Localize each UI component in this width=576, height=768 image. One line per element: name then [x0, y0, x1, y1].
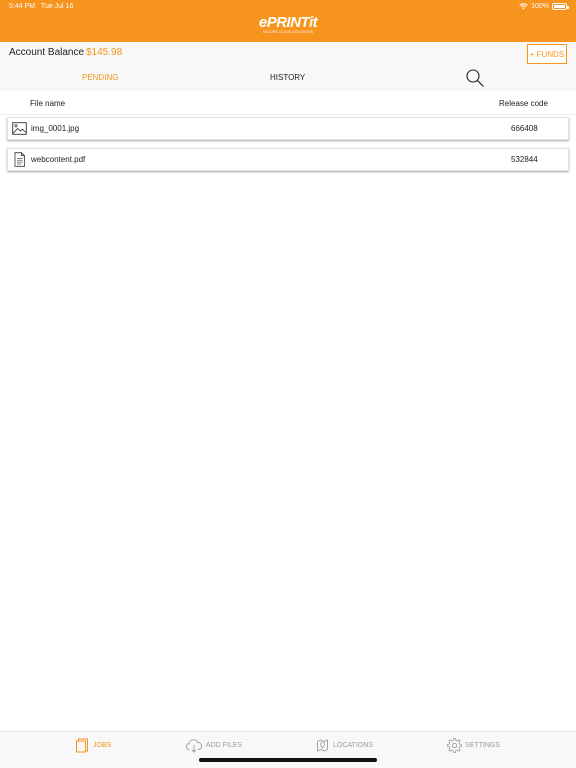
logo-name: ePRINTit [258, 14, 318, 31]
tab-pending[interactable]: PENDING [82, 73, 118, 82]
column-header-release-code: Release code [499, 99, 548, 108]
nav-jobs[interactable]: JOBS [75, 738, 111, 753]
job-release-code: 532844 [511, 155, 538, 164]
home-indicator [199, 758, 377, 762]
app-screen: 5:44 PM Tue Jul 16 100% ePRINTit SECURE … [0, 0, 576, 768]
image-file-icon [12, 122, 27, 135]
nav-add-files[interactable]: ADD FILES [185, 738, 242, 753]
job-file-name: webcontent.pdf [31, 155, 86, 164]
battery-icon [552, 3, 569, 10]
header-divider [0, 114, 576, 115]
job-release-code: 666408 [511, 124, 538, 133]
add-funds-button[interactable]: + FUNDS [527, 44, 567, 64]
jobs-icon [76, 738, 88, 753]
app-header: 5:44 PM Tue Jul 16 100% ePRINTit SECURE … [0, 0, 576, 42]
search-icon[interactable] [465, 68, 485, 88]
wifi-icon [519, 3, 528, 10]
tab-history[interactable]: HISTORY [270, 73, 305, 82]
gear-icon [447, 738, 462, 753]
nav-jobs-label: JOBS [93, 742, 112, 749]
nav-settings-label: SETTINGS [465, 742, 501, 749]
job-row[interactable]: img_0001.jpg 666408 [7, 117, 569, 140]
bottom-tab-bar: JOBS ADD FILES LOCATIONS SETTINGS [0, 731, 576, 768]
job-row[interactable]: webcontent.pdf 532844 [7, 148, 569, 171]
status-indicators: 100% [519, 3, 569, 10]
location-pin-icon [317, 739, 328, 752]
logo-tagline: SECURE CLOUD SOLUTIONS [262, 30, 314, 34]
nav-add-files-label: ADD FILES [206, 742, 243, 749]
cloud-upload-icon [185, 739, 203, 753]
nav-locations-label: LOCATIONS [333, 742, 373, 749]
eprintit-logo: ePRINTit SECURE CLOUD SOLUTIONS [258, 15, 318, 35]
status-time: 5:44 PM Tue Jul 16 [9, 3, 74, 10]
job-file-name: img_0001.jpg [31, 124, 80, 133]
nav-locations[interactable]: LOCATIONS [315, 738, 373, 753]
document-file-icon [14, 152, 25, 167]
nav-settings[interactable]: SETTINGS [447, 738, 500, 753]
account-balance-value: $145.98 [86, 47, 123, 58]
status-date: Tue Jul 16 [40, 3, 74, 10]
column-header-file-name: File name [30, 99, 66, 108]
jobs-tabs: PENDING HISTORY [0, 66, 576, 91]
account-balance-label: Account Balance [9, 47, 85, 58]
battery-percent: 100% [531, 3, 549, 10]
account-bar: Account Balance $145.98 + FUNDS [0, 42, 576, 66]
